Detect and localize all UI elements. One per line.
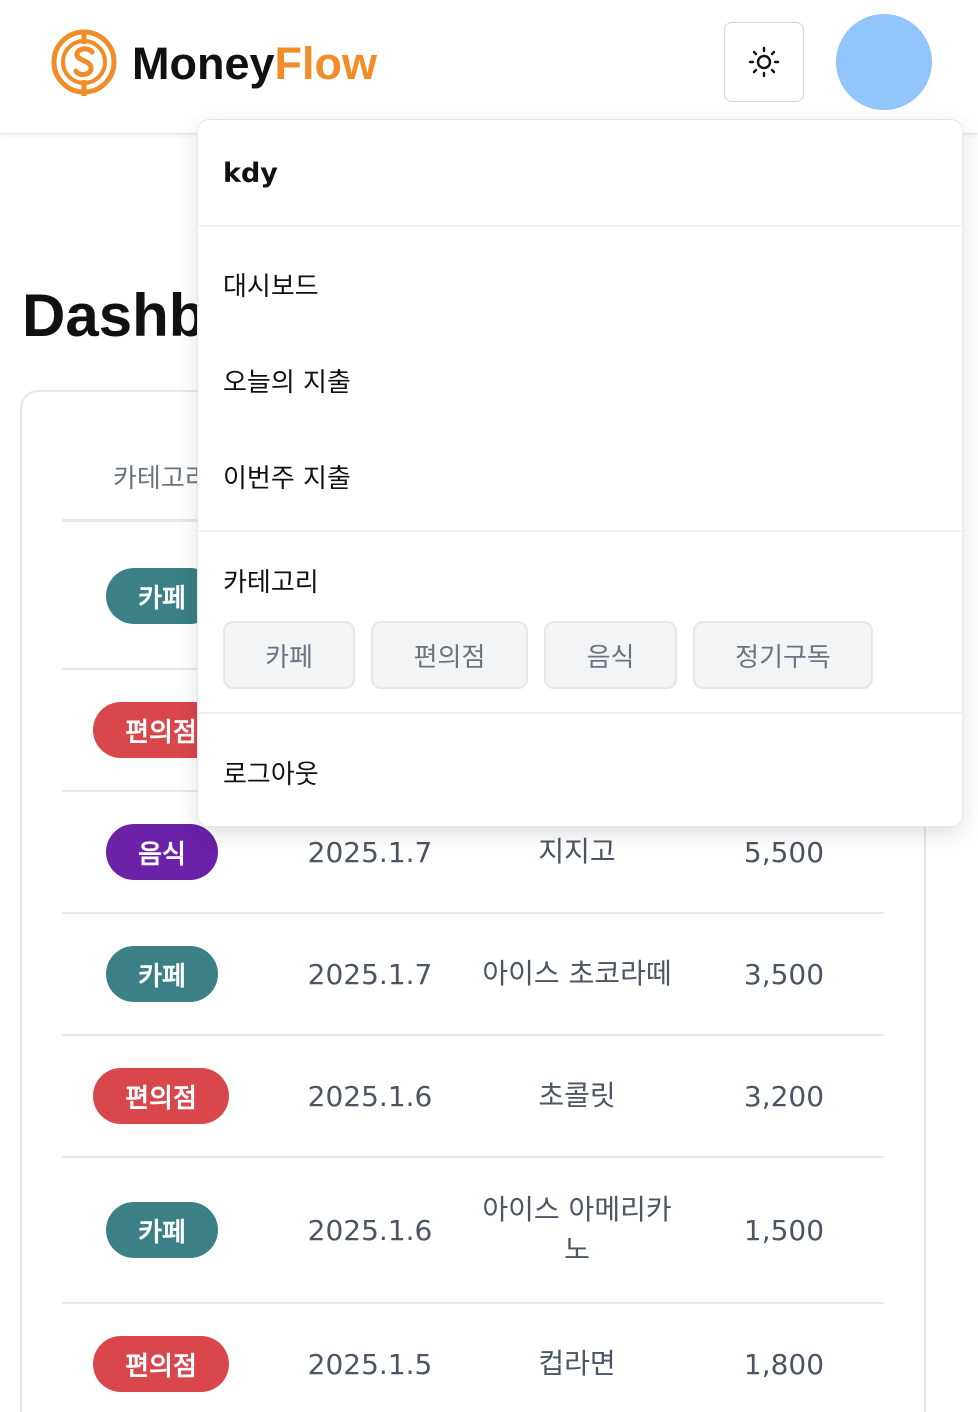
page-title: Dashb	[22, 282, 206, 349]
brand-name-part1: Money	[132, 38, 275, 89]
row-divider	[62, 912, 884, 914]
user-dropdown-menu: kdy 대시보드 오늘의 지출 이번주 지출 카테고리 카페 편의점 음식 정기…	[197, 119, 963, 827]
amount-cell: 5,500	[743, 836, 825, 869]
category-badge: 편의점	[93, 1068, 229, 1124]
sun-icon	[748, 46, 780, 78]
category-chip-cafe[interactable]: 카페	[223, 621, 355, 689]
date-cell: 2025.1.6	[307, 1214, 433, 1247]
theme-toggle-button[interactable]	[724, 22, 804, 102]
amount-cell: 1,500	[743, 1214, 825, 1247]
name-cell: 아이스 초코라떼	[482, 957, 672, 990]
menu-item-dashboard[interactable]: 대시보드	[223, 266, 319, 303]
avatar[interactable]	[836, 14, 932, 110]
menu-divider	[198, 225, 962, 227]
name-cell: 컵라면	[538, 1347, 616, 1380]
category-badge: 음식	[106, 824, 218, 880]
menu-category-label: 카테고리	[223, 568, 319, 598]
amount-cell: 1,800	[743, 1348, 825, 1381]
name-cell: 지지고	[538, 835, 616, 868]
category-badge: 카페	[106, 1202, 218, 1258]
menu-item-today-expense[interactable]: 오늘의 지출	[223, 362, 351, 399]
amount-cell: 3,500	[743, 958, 825, 991]
name-cell: 아이스 아메리카 노	[467, 1190, 687, 1270]
menu-item-week-expense[interactable]: 이번주 지출	[223, 458, 351, 495]
dollar-coin-logo-icon[interactable]	[50, 26, 118, 98]
row-divider	[62, 1034, 884, 1036]
category-badge: 카페	[106, 946, 218, 1002]
name-cell: 초콜릿	[538, 1079, 616, 1112]
brand-name[interactable]: MoneyFlow	[132, 36, 377, 92]
name-line-1: 아이스 아메리카	[482, 1193, 672, 1226]
date-cell: 2025.1.5	[307, 1348, 433, 1381]
date-cell: 2025.1.6	[307, 1080, 433, 1113]
row-divider	[62, 1156, 884, 1158]
app-header: MoneyFlow	[0, 0, 978, 134]
category-chip-food[interactable]: 음식	[544, 621, 677, 689]
date-cell: 2025.1.7	[307, 958, 433, 991]
row-divider	[62, 1302, 884, 1304]
column-header-category: 카테고리	[113, 464, 209, 494]
menu-item-logout[interactable]: 로그아웃	[223, 754, 319, 791]
menu-divider	[198, 530, 962, 532]
brand-name-part2: Flow	[274, 38, 377, 89]
amount-cell: 3,200	[743, 1080, 825, 1113]
date-cell: 2025.1.7	[307, 836, 433, 869]
name-line-2: 노	[564, 1233, 590, 1266]
category-chip-convenience[interactable]: 편의점	[371, 621, 528, 689]
category-chip-subscription[interactable]: 정기구독	[693, 621, 873, 689]
menu-username: kdy	[223, 158, 278, 189]
menu-divider	[198, 712, 962, 714]
category-badge: 편의점	[93, 1336, 229, 1392]
